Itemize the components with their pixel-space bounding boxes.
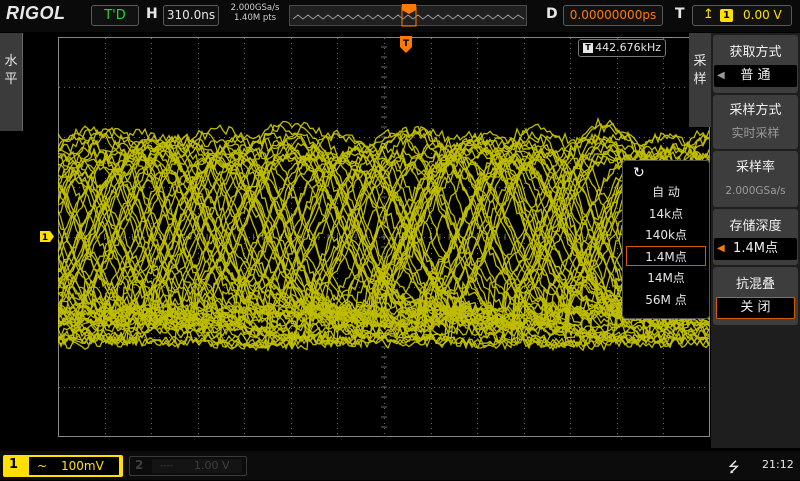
ch1-marker-label: 1 <box>42 233 48 242</box>
trigger-position-marker[interactable]: T <box>400 36 412 53</box>
memory-position-strip[interactable] <box>289 4 527 27</box>
ch2-scale: 1.00 V <box>194 459 230 472</box>
horizontal-tab-char-1: 水 <box>4 54 18 69</box>
acquire-menu-tab[interactable]: 采 样 <box>689 33 711 127</box>
popup-option-auto[interactable]: 自 动 <box>623 182 709 202</box>
softkey-memory-depth[interactable]: 存储深度 ◀ 1.4M点 <box>713 209 798 265</box>
sample-rate-text: 2.000GSa/s <box>230 3 280 13</box>
timebase-value[interactable]: 310.0ns <box>163 5 219 26</box>
memory-depth-popup: ↻ 自 动 14k点 140k点 1.4M点 14M点 56M 点 <box>622 160 710 319</box>
popup-option-56m[interactable]: 56M 点 <box>623 290 709 310</box>
frequency-readout: T 442.676kHz <box>578 39 666 57</box>
sample-rate-value: 2.000GSa/s <box>725 185 786 197</box>
ch2-settings: ---- 1.00 V <box>152 459 242 473</box>
acquire-tab-char-2: 样 <box>693 72 707 87</box>
acquisition-mode-text: 普 通 <box>740 68 771 83</box>
ch1-scale: 100mV <box>61 459 104 473</box>
softkey-sampling-method[interactable]: 采样方式 实时采样 <box>713 95 798 149</box>
popup-option-1-4m-selected[interactable]: 1.4M点 <box>626 246 706 266</box>
horizontal-menu-tab[interactable]: 水 平 <box>0 33 23 131</box>
acquire-softkey-menu: 获取方式 ◀ 普 通 采样方式 实时采样 采样率 2.000GSa/s 存储深度… <box>711 33 800 448</box>
softkey-anti-aliasing[interactable]: 抗混叠 关 闭 <box>713 267 798 325</box>
sample-info: 2.000GSa/s 1.40M pts <box>226 3 284 23</box>
left-arrow-icon: ◀ <box>717 243 725 254</box>
trigger-settings[interactable]: ↥ 1 0.00 V <box>692 5 792 26</box>
horizontal-tab-char-2: 平 <box>4 72 18 87</box>
ch2-number: 2 <box>135 458 144 472</box>
rotate-knob-icon: ↻ <box>633 165 645 181</box>
horizontal-label: H <box>146 6 158 22</box>
anti-aliasing-value: 关 闭 <box>716 297 795 319</box>
run-state-indicator[interactable]: T'D <box>91 5 139 26</box>
trigger-marker-label: T <box>403 39 410 49</box>
acquire-tab-char-1: 采 <box>693 54 707 69</box>
ch1-number: 1 <box>9 457 19 472</box>
dc-coupling-icon: ---- <box>160 461 173 471</box>
memory-depth-title: 存储深度 <box>729 219 782 234</box>
ch1-settings: ~ 100mV <box>29 457 119 475</box>
ch1-settings-tab[interactable]: 1 ~ 100mV <box>3 455 123 477</box>
trigger-channel-badge: 1 <box>720 9 733 22</box>
sampling-method-title: 采样方式 <box>729 103 782 118</box>
trigger-level-value: 0.00 V <box>743 8 782 22</box>
left-arrow-icon: ◀ <box>717 70 725 81</box>
acquisition-mode-value: ◀ 普 通 <box>714 65 797 87</box>
softkey-sample-rate[interactable]: 采样率 2.000GSa/s <box>713 151 798 207</box>
popup-option-14m[interactable]: 14M点 <box>623 268 709 288</box>
waveform-display[interactable] <box>58 37 710 437</box>
rising-edge-icon: ↥ <box>703 7 714 22</box>
delay-label: D <box>546 6 558 22</box>
trigger-label: T <box>675 6 685 22</box>
trigger-freq-icon: T <box>583 43 593 53</box>
memory-depth-value: ◀ 1.4M点 <box>714 238 797 260</box>
sampling-method-value: 实时采样 <box>731 126 780 140</box>
popup-option-14k[interactable]: 14k点 <box>623 204 709 224</box>
popup-option-140k[interactable]: 140k点 <box>623 225 709 245</box>
brand-logo: RIGOL <box>6 3 66 23</box>
memory-points-text: 1.40M pts <box>233 13 277 23</box>
system-clock: 21:12 <box>762 458 794 471</box>
ch2-settings-tab[interactable]: 2 ---- 1.00 V <box>129 456 247 476</box>
ac-coupling-icon: ~ <box>37 459 48 473</box>
delay-value[interactable]: 0.00000000ps <box>563 5 663 26</box>
sample-rate-title: 采样率 <box>735 160 775 175</box>
frequency-value: 442.676kHz <box>595 41 661 54</box>
acquisition-mode-title: 获取方式 <box>729 45 782 60</box>
anti-aliasing-title: 抗混叠 <box>735 277 775 292</box>
softkey-acquisition-mode[interactable]: 获取方式 ◀ 普 通 <box>713 35 798 93</box>
ch1-offset-marker[interactable]: 1 <box>40 231 54 242</box>
trigger-position-icon <box>402 4 416 14</box>
usb-icon: ⭍ <box>728 460 740 476</box>
memory-depth-text: 1.4M点 <box>733 241 778 256</box>
